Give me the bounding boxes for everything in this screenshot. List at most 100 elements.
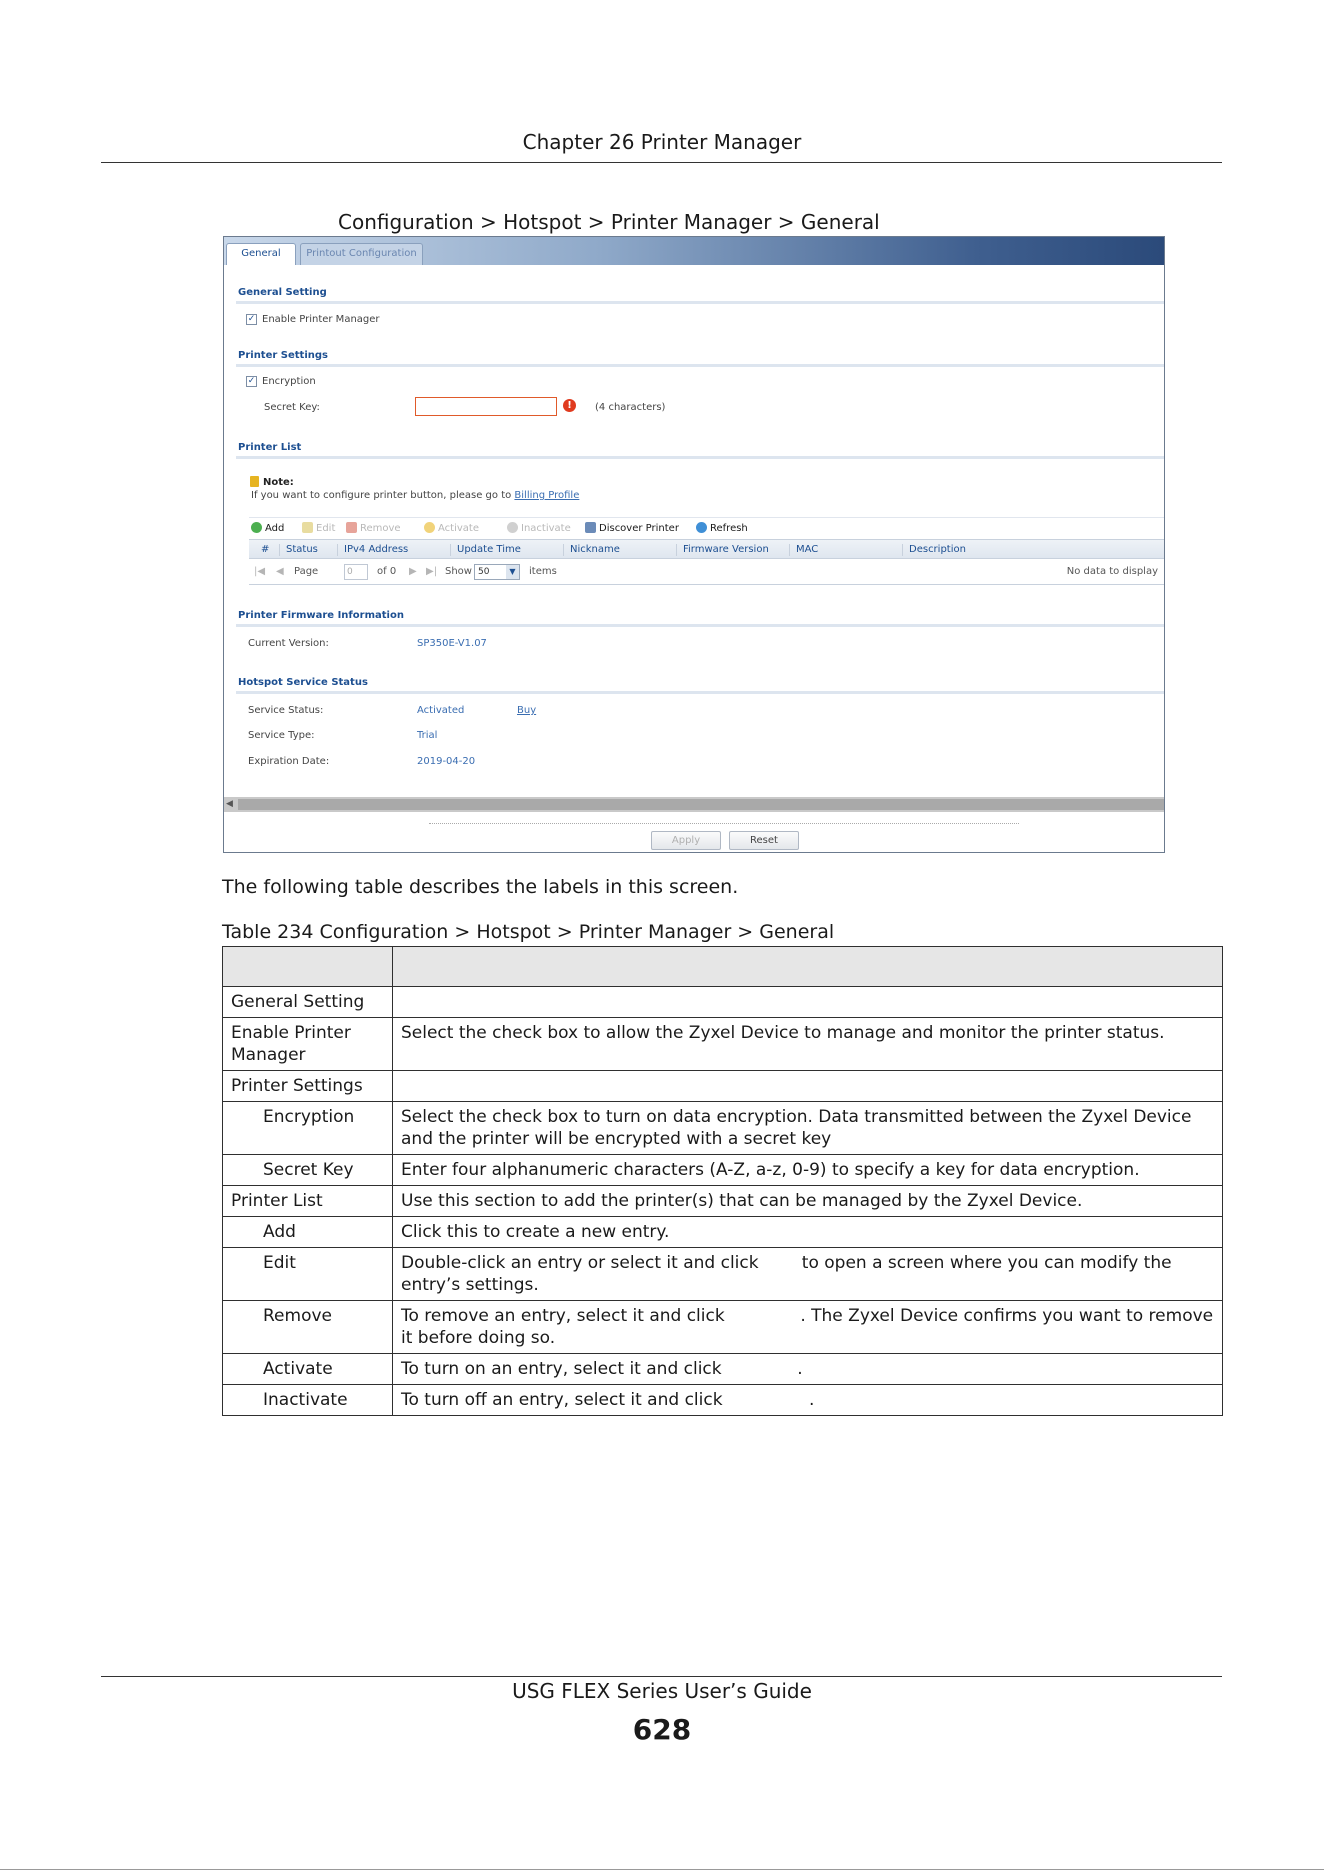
edit-button[interactable]: Edit [302,522,335,534]
table-cell-description: To remove an entry, select it and click … [392,1300,1223,1354]
table-cell-label: Printer List [222,1185,393,1217]
table-cell-label: Inactivate [222,1384,393,1416]
refresh-button[interactable]: Refresh [696,522,748,534]
encryption-checkbox[interactable]: ✓ [246,376,257,387]
chevron-left-icon[interactable]: ◀ [226,797,233,812]
billing-profile-link[interactable]: Billing Profile [514,490,579,501]
section-divider [236,624,1164,627]
table-cell-label: Enable Printer Manager [222,1017,393,1071]
tab-general[interactable]: General [226,243,296,265]
table-cell-description: Use this section to add the printer(s) t… [392,1185,1223,1217]
service-status-value: Activated [417,705,465,716]
screenshot-panel: General Printout Configuration General S… [223,236,1165,853]
column-header-firmware-version[interactable]: Firmware Version [676,544,769,556]
footer-guide-title: USG FLEX Series User’s Guide [512,1679,812,1703]
service-type-label: Service Type: [248,730,315,741]
section-title-general-setting: General Setting [238,287,327,298]
column-header-description[interactable]: Description [902,544,966,556]
table-row: Add Click this to create a new entry. [222,1216,1223,1248]
printer-list-toolbar: Add Edit Remove Activate Inactivate Disc… [249,517,1164,539]
table-cell-label: Encryption [222,1101,393,1155]
column-header-status[interactable]: Status [279,544,318,556]
section-divider [236,691,1164,694]
section-title-firmware: Printer Firmware Information [238,610,404,621]
enable-printer-manager-label: Enable Printer Manager [262,314,380,325]
last-page-icon[interactable]: ▶| [426,566,437,577]
previous-page-icon[interactable]: ◀ [276,566,284,577]
label-description-table: General Setting Enable Printer Manager Sel… [222,946,1223,1416]
table-row: Enable Printer Manager Select the check b… [222,1017,1223,1071]
tab-printout-configuration[interactable]: Printout Configuration [300,243,423,265]
page-label: Page [294,566,319,577]
column-header-update-time[interactable]: Update Time [450,544,521,556]
column-header-mac[interactable]: MAC [789,544,818,556]
table-header-description [392,946,1223,987]
table-cell-label: Secret Key [222,1154,393,1186]
first-page-icon[interactable]: |◀ [254,566,265,577]
expiration-date-label: Expiration Date: [248,756,330,767]
trash-icon [346,522,357,533]
empty-grid-message: No data to display [1066,566,1158,577]
table-cell-description: To turn off an entry, select it and clic… [392,1384,1223,1416]
apply-button[interactable]: Apply [651,831,721,850]
section-title-hotspot-status: Hotspot Service Status [238,677,368,688]
column-header-ipv4-address[interactable]: IPv4 Address [337,544,408,556]
table-cell-label: Printer Settings [222,1070,393,1102]
table-row: Printer Settings [222,1070,1223,1102]
secret-key-input[interactable] [415,397,557,416]
table-row: Secret Key Enter four alphanumeric charac… [222,1154,1223,1186]
add-icon [251,522,262,533]
reset-button[interactable]: Reset [729,831,799,850]
chapter-title: Chapter 26 Printer Manager [522,130,802,154]
table-cell-description: To turn on an entry, select it and click… [392,1353,1223,1385]
horizontal-scrollbar[interactable]: ◀ [224,797,1164,812]
current-version-value: SP350E-V1.07 [417,638,487,649]
checkmark-icon: ✓ [247,314,256,324]
edit-icon [302,522,313,533]
discover-printer-button[interactable]: Discover Printer [585,522,679,534]
table-cell-label: Remove [222,1300,393,1354]
page-number-input[interactable]: 0 [344,564,368,580]
printer-icon [585,522,596,533]
chevron-down-icon: ▼ [506,565,519,579]
items-per-page-value: 50 [478,567,490,577]
remove-button[interactable]: Remove [346,522,401,534]
refresh-icon [696,522,707,533]
scrollbar-thumb[interactable] [238,799,1164,810]
table-row: Inactivate To turn off an entry, select i… [222,1384,1223,1416]
table-row: Printer List Use this section to add the … [222,1185,1223,1217]
column-header-nickname[interactable]: Nickname [563,544,620,556]
table-cell-label: Edit [222,1247,393,1301]
table-row: General Setting [222,986,1223,1018]
table-cell-label: Activate [222,1353,393,1385]
printer-list-pager: |◀ ◀ Page 0 of 0 ▶ ▶| Show 50 ▼ items No … [249,559,1164,585]
table-cell-label: General Setting [222,986,393,1018]
divider [429,823,1019,824]
table-header-label [222,946,393,987]
table-caption: Table 234 Configuration > Hotspot > Prin… [222,921,835,943]
inactivate-button[interactable]: Inactivate [507,522,571,534]
add-button[interactable]: Add [251,522,284,534]
note-text: If you want to configure printer button,… [251,490,579,501]
items-per-page-select[interactable]: 50 ▼ [474,564,520,580]
table-row: Activate To turn on an entry, select it a… [222,1353,1223,1385]
table-header-row [222,946,1223,987]
enable-printer-manager-checkbox[interactable]: ✓ [246,314,257,325]
activate-button[interactable]: Activate [424,522,479,534]
table-row: Encryption Select the check box to turn o… [222,1101,1223,1155]
section-divider [236,301,1164,304]
secret-key-label: Secret Key: [264,402,320,413]
table-cell-description: Select the check box to allow the Zyxel … [392,1017,1223,1071]
buy-link[interactable]: Buy [517,705,536,716]
table-cell-label: Add [222,1216,393,1248]
note-text-body: If you want to configure printer button,… [251,490,512,501]
column-header-number[interactable]: # [249,544,269,556]
table-cell-description [392,1070,1223,1102]
next-page-icon[interactable]: ▶ [409,566,417,577]
lightbulb-icon [424,522,435,533]
table-row: Remove To remove an entry, select it and … [222,1300,1223,1354]
table-cell-description: Select the check box to turn on data enc… [392,1101,1223,1155]
table-cell-description [392,986,1223,1018]
footer-rule [101,1676,1222,1677]
section-title-printer-settings: Printer Settings [238,350,328,361]
